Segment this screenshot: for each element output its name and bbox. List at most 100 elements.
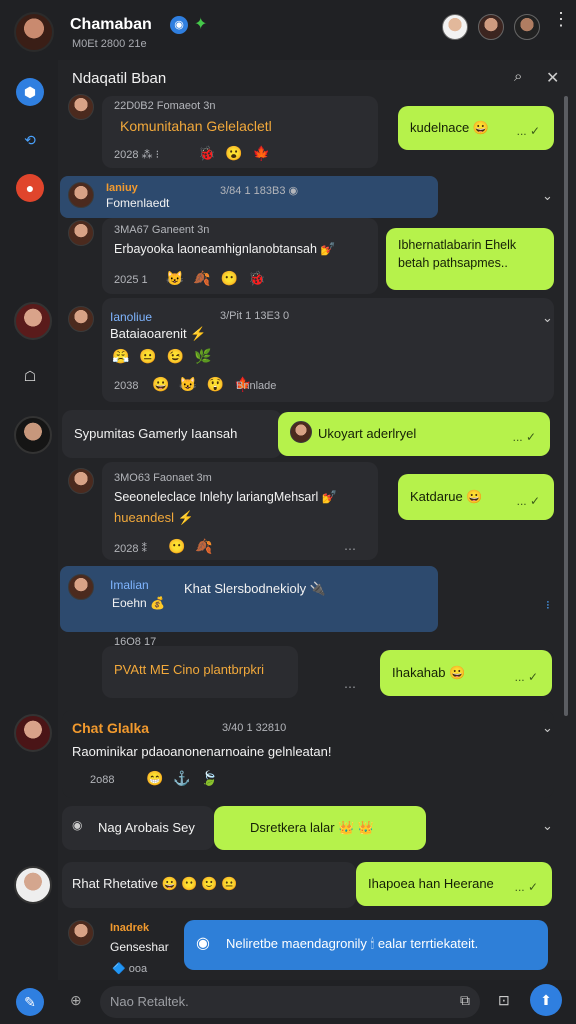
message-stamp: 3/40 1 32810	[222, 722, 287, 734]
chevron-down-icon[interactable]: ⌄	[542, 720, 553, 736]
plant-icon: ✦	[194, 16, 208, 33]
verified-icon: ◉	[170, 16, 188, 34]
profile-avatar[interactable]	[14, 12, 54, 52]
sender-avatar[interactable]	[68, 94, 94, 120]
sender-avatar[interactable]	[290, 421, 312, 443]
reply-text: Ihakahab 😀	[392, 665, 466, 680]
message-text: Erbayooka laoneamhignlanobtansah 💅	[114, 242, 336, 256]
message-extra: 🔷 ooa	[112, 963, 148, 975]
reply-text: Katdarue 😀	[410, 489, 483, 504]
sender-avatar[interactable]	[68, 920, 94, 946]
read-ticks-icon: ... ✓	[512, 430, 536, 444]
reply-bubble[interactable]: Ihakahab 😀 ... ✓	[380, 650, 552, 696]
message-input[interactable]: Nao Retaltek.	[100, 986, 480, 1018]
more-dots-icon[interactable]: ⋯	[344, 542, 356, 556]
reply-bubble[interactable]: Dsretkera lalar 👑 👑	[214, 806, 426, 850]
panel-title: Ndaqatil Bban	[72, 70, 167, 87]
message-time: 2038	[114, 380, 139, 392]
reactions[interactable]: 😺 🍂 😶 🐞	[166, 270, 268, 287]
reply-bubble[interactable]: Ibhernatlabarin Ehelk betah pathsapmes..	[386, 228, 554, 290]
reply-bubble[interactable]: Katdarue 😀 ... ✓	[398, 474, 554, 520]
emoji-icon[interactable]: ⊡	[498, 992, 510, 1009]
reactions[interactable]: 🐞 😮 🍁	[198, 145, 273, 162]
top-bar: Chamaban ◉ ✦ M0Et 2800 21e ⋮	[0, 0, 576, 60]
reply-bubble[interactable]: Ihapoea han Heerane ... ✓	[356, 862, 552, 906]
chevron-down-icon[interactable]: ⌄	[542, 188, 553, 204]
sender-name: Inadrek	[110, 922, 150, 934]
send-button[interactable]: ⬆	[530, 984, 562, 1016]
chat-subtitle: M0Et 2800 21e	[72, 38, 147, 50]
reply-text: Ihapoea han Heerane	[368, 876, 494, 891]
close-icon[interactable]: ✕	[546, 68, 559, 88]
message-text: Khat Slersbodnekioly 🔌	[184, 581, 326, 596]
contact-avatar[interactable]	[14, 302, 52, 340]
chats-icon[interactable]: ⬢	[16, 78, 44, 106]
reactions[interactable]: 😁 ⚓ 🍃	[146, 770, 221, 787]
message-text-line2: hueandesl ⚡	[114, 510, 194, 525]
left-rail: ⬢ ⟲ ● ☖	[0, 60, 58, 1024]
read-ticks-icon: ... ✓	[514, 880, 538, 894]
message-time: 2025 1	[114, 274, 148, 286]
attach-icon[interactable]: ⊕	[70, 992, 82, 1009]
read-ticks-icon: ... ✓	[514, 670, 538, 684]
message-prefix: 2o88	[90, 774, 115, 786]
record-icon[interactable]: ●	[16, 174, 44, 202]
message-text: Rhat Rhetative 😀 😶 🙂 😐	[72, 876, 238, 891]
reply-text: Dsretkera lalar 👑 👑	[250, 820, 375, 835]
reply-bubble[interactable]: Neliretbe maendagronily 🕯 ealar terrtiek…	[184, 920, 548, 970]
more-dots-icon[interactable]: ⋯	[344, 680, 356, 694]
read-ticks-icon: ... ✓	[516, 494, 540, 508]
chevron-down-icon[interactable]: ⌄	[542, 310, 553, 326]
sender-avatar[interactable]	[68, 220, 94, 246]
sender-avatar[interactable]	[68, 468, 94, 494]
message-text: Bataiaoarenit ⚡	[110, 326, 207, 341]
reply-text: kudelnace 😀	[410, 120, 490, 135]
message-stamp: 3/Pit 1 13E3 0	[220, 310, 290, 322]
message-text: Komunitahan Gelelacletl	[120, 118, 272, 134]
sender-name: Imalian	[110, 578, 149, 592]
member-avatar[interactable]	[442, 14, 468, 40]
target-icon: ◉	[196, 935, 210, 952]
sender-name: Ianoliue	[110, 310, 153, 324]
message-text: Sypumitas Gamerly Iaansah	[74, 426, 238, 441]
chevron-down-icon[interactable]: ⌄	[542, 818, 553, 834]
reply-bubble[interactable]: kudelnace 😀 ... ✓	[398, 106, 554, 150]
message-meta: 22D0B2 Fomaeot 3n	[114, 100, 216, 112]
more-options-icon[interactable]: ⋮	[552, 10, 570, 28]
reactions[interactable]: 😤 😐 😉 🌿	[112, 348, 214, 365]
sender-subtitle: Genseshar	[110, 940, 169, 954]
scrollbar[interactable]	[564, 96, 568, 716]
reply-text: Ukoyart aderlryel	[318, 426, 417, 441]
message-text: Raominikar pdaoanonenarnoaine gelnleatan…	[72, 744, 332, 759]
search-icon[interactable]: ⌕	[514, 68, 522, 85]
contact-avatar[interactable]	[14, 416, 52, 454]
scroll-dots-icon[interactable]: ⁝	[546, 599, 550, 611]
edit-icon[interactable]: ✎	[16, 988, 44, 1016]
sender-avatar[interactable]	[68, 182, 94, 208]
refresh-icon[interactable]: ⟲	[16, 126, 44, 154]
message-time: 2028 ⁑	[114, 543, 148, 555]
member-avatar[interactable]	[514, 14, 540, 40]
message-text: Seeoneleclace Inlehy lariangMehsarl 💅	[114, 490, 338, 504]
message-meta: 3MO63 Faonaet 3m	[114, 472, 212, 484]
sender-avatar[interactable]	[68, 574, 94, 600]
sender-name: Ianiuy	[106, 182, 138, 194]
camera-icon[interactable]: ⧉	[460, 992, 470, 1009]
reply-text: Neliretbe maendagronily 🕯 ealar terrtiek…	[226, 936, 479, 951]
contact-avatar[interactable]	[14, 714, 52, 752]
member-avatar[interactable]	[478, 14, 504, 40]
info-icon: ◉	[72, 818, 83, 832]
sender-avatar[interactable]	[68, 306, 94, 332]
message-time: 2028 ⁂ ⁝	[114, 149, 160, 161]
message-stamp: 3/84 1 183B3 ◉	[220, 185, 299, 197]
contact-avatar[interactable]	[14, 866, 52, 904]
sender-name: Chat Glalka	[72, 720, 150, 736]
reply-bubble[interactable]: Ukoyart aderlryel ... ✓	[278, 412, 550, 456]
message-meta: 3MA67 Ganeent 3n	[114, 224, 210, 236]
reply-text: Ibhernatlabarin Ehelk betah pathsapmes..	[398, 238, 517, 270]
sender-subtitle: Fomenlaedt	[106, 196, 170, 210]
message-text: PVAtt ME Cino plantbrpkri	[114, 662, 265, 677]
read-ticks-icon: ... ✓	[516, 124, 540, 138]
tag-icon[interactable]: ☖	[16, 362, 44, 390]
reactions[interactable]: 😶 🍂	[168, 538, 216, 555]
